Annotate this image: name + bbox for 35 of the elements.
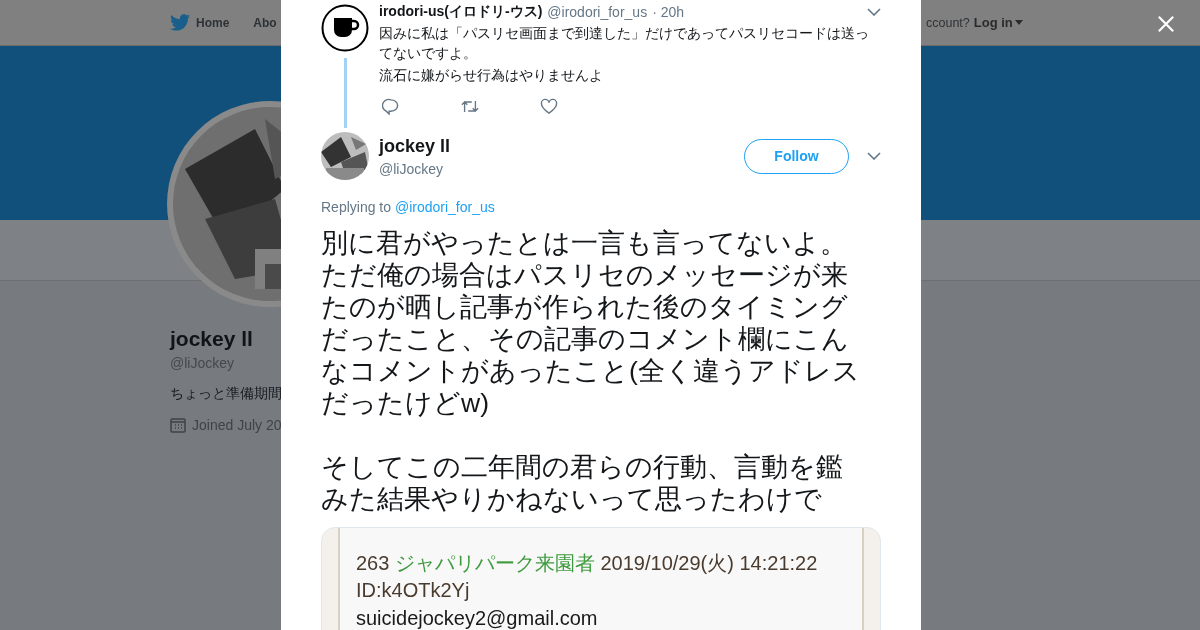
cup-icon (321, 4, 369, 52)
bird-icon (170, 14, 190, 31)
replying-to-text: Replying to @irodori_for_us (321, 199, 496, 215)
calendar-icon (170, 417, 186, 433)
post-id: ID:k4OTk2Yj (356, 578, 471, 603)
about-link[interactable]: Abo (253, 15, 277, 30)
reply-icon[interactable] (382, 98, 400, 115)
login-link[interactable]: Log in (973, 15, 1023, 30)
retweet-icon[interactable] (461, 98, 479, 115)
author-handle[interactable]: @liJockey (379, 160, 744, 177)
thread-line (343, 58, 347, 128)
post-number: 263 (356, 552, 390, 574)
caret-icon (1014, 20, 1023, 25)
close-icon[interactable] (1157, 15, 1175, 33)
account-prompt: ccount? (926, 15, 970, 30)
profile-bio: ちょっと準備期間 (170, 385, 282, 403)
author-name[interactable]: irodori-us(イロドリ-ウス) (379, 3, 543, 21)
mention-link[interactable]: @irodori_for_us (394, 199, 495, 215)
chevron-icon[interactable] (867, 8, 881, 16)
home-link[interactable]: Home (170, 14, 230, 31)
tweet-text: 流石に嫌がらせ行為はやりませんよ (379, 66, 604, 85)
tweet-time[interactable]: · 20h (652, 4, 685, 20)
poster-name: ジャパリパーク来園者 (394, 552, 595, 574)
post-body: suicidejockey2@gmail.com (356, 608, 599, 629)
joined-date: Joined July 20 (192, 417, 282, 433)
author-name[interactable]: jockey ll (379, 135, 744, 157)
tweet-text: そしてこの二年間の君らの行動、言動を鑑みた結果やりかねないって思ったわけで (321, 451, 844, 515)
follow-button[interactable]: Follow (744, 138, 849, 174)
author-handle[interactable]: @irodori_for_us (547, 4, 648, 20)
heart-icon[interactable] (540, 98, 558, 115)
tweet-text: 別に君がやったとは一言も言ってないよ。ただ俺の場合はパスリセのメッセージが来たのが晒し記事が作られた後のタイミングだったこと、その記事のコメント欄にこんなコメントがあったこと(全く違うアドレスだったけどw) (321, 227, 861, 419)
chevron-icon[interactable] (867, 152, 881, 160)
tweet-text: 因みに私は「パスリセ画面まで到達した」だけであってパスリセコードは送ってないですよ。 (379, 24, 870, 63)
profile-name: jockey ll (170, 327, 253, 351)
post-date: 2019/10/29(火) 14:21:22 (600, 552, 818, 574)
